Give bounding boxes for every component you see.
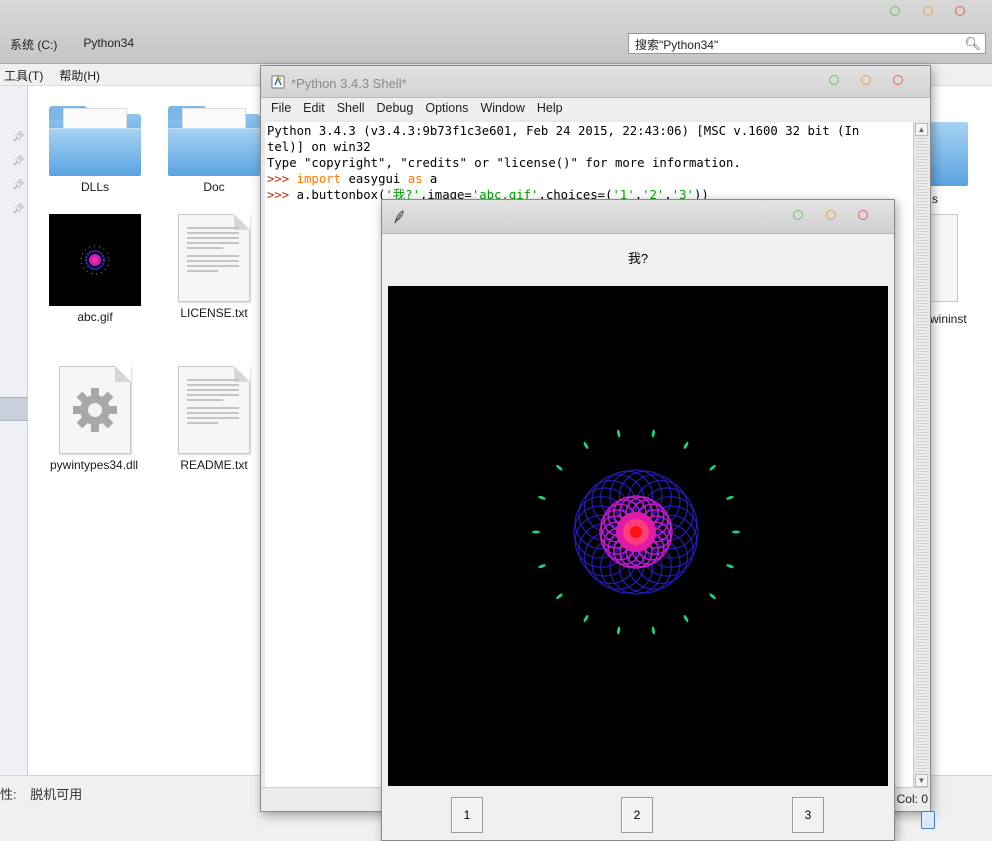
search-input[interactable]: 搜索"Python34" 🔍︎ [628,33,986,54]
dll-file-icon [59,366,131,454]
shell-close-button[interactable] [893,75,903,85]
file-label: DLLs [80,180,109,194]
shell-maximize-button[interactable] [861,75,871,85]
dialog-titlebar[interactable] [382,200,894,234]
pin-icon[interactable]: 📌︎ [12,132,25,143]
nav-selected-item[interactable] [0,397,28,421]
pin-icon[interactable]: 📌︎ [12,156,25,167]
file-item-doc[interactable]: Doc [159,106,269,194]
breadcrumb-folder[interactable]: Python34 [83,36,134,53]
menu-tools[interactable]: 工具(T) [4,67,43,83]
file-label: s [932,192,938,206]
folder-icon [168,106,260,176]
file-label: LICENSE.txt [180,306,248,320]
tk-feather-icon [394,210,404,224]
prompt: >>> [267,188,297,202]
cursor-column: Col: 0 [896,792,928,806]
scroll-track[interactable] [916,138,927,772]
file-item-abc-gif[interactable]: abc.gif [40,214,150,324]
explorer-maximize-button[interactable] [923,6,933,16]
explorer-minimize-button[interactable] [890,6,900,16]
pin-icon[interactable]: 📌︎ [12,180,25,191]
file-label: pywintypes34.dll [50,458,139,472]
status-value: 脱机可用 [30,787,83,802]
menu-edit[interactable]: Edit [297,100,331,118]
breadcrumb-drive[interactable]: 系统 (C:) [10,36,57,53]
shell-titlebar[interactable]: *Python 3.4.3 Shell* [261,66,930,98]
file-item-license[interactable]: LICENSE.txt [159,214,269,320]
pin-icon[interactable]: 📌︎ [12,204,25,215]
command-line-1: >>> import easygui as a [267,172,438,186]
file-item-readme[interactable]: README.txt [159,366,269,472]
shell-menubar: File Edit Shell Debug Options Window Hel… [261,98,930,120]
explorer-close-button[interactable] [955,6,965,16]
dialog-minimize-button[interactable] [793,210,803,220]
folder-icon[interactable] [930,122,968,186]
text-file-icon [178,366,250,454]
breadcrumb: 系统 (C:) Python34 [10,36,134,53]
menu-help[interactable]: 帮助(H) [59,67,100,83]
scroll-down-arrow-icon[interactable]: ▼ [915,774,928,787]
menu-window[interactable]: Window [474,100,530,118]
menu-help[interactable]: Help [531,100,569,118]
prompt: >>> [267,172,297,186]
explorer-titlebar: 系统 (C:) Python34 搜索"Python34" 🔍︎ [0,0,992,64]
navigation-pane: 📌︎ 📌︎ 📌︎ 📌︎ [0,86,28,775]
choice-button-2[interactable]: 2 [621,797,653,833]
dialog-message: 我? [627,251,649,266]
shell-title: *Python 3.4.3 Shell* [291,76,407,91]
search-input-text: 搜索"Python34" [635,38,719,52]
text-file-icon [178,214,250,302]
search-icon[interactable]: 🔍︎ [964,36,981,52]
folder-icon [49,106,141,176]
banner-line: Python 3.4.3 (v3.4.3:9b73f1c3e601, Feb 2… [267,124,860,138]
status-label: 性: [0,787,17,802]
tray-app-icon[interactable] [921,811,935,829]
dialog-image [388,286,888,786]
buttonbox-dialog: 我? 1 2 3 [381,199,895,841]
gear-icon [73,388,117,432]
file-label: README.txt [180,458,248,472]
choice-button-1[interactable]: 1 [451,797,483,833]
scroll-up-arrow-icon[interactable]: ▲ [915,123,928,136]
menu-options[interactable]: Options [419,100,474,118]
file-item-dlls[interactable]: DLLs [40,106,150,194]
file-item-pywintypes[interactable]: pywintypes34.dll [40,366,150,472]
file-label: wininst [930,312,967,326]
dialog-maximize-button[interactable] [826,210,836,220]
shell-minimize-button[interactable] [829,75,839,85]
menu-shell[interactable]: Shell [331,100,371,118]
idle-app-icon [271,75,285,89]
choice-button-3[interactable]: 3 [792,797,824,833]
banner-line: Type "copyright", "credits" or "license(… [267,156,741,170]
gif-thumbnail [49,214,141,306]
banner-line: tel)] on win32 [267,140,371,154]
shell-scrollbar[interactable]: ▲ ▼ [913,122,929,788]
file-label: Doc [203,180,225,194]
menu-debug[interactable]: Debug [371,100,420,118]
dialog-close-button[interactable] [858,210,868,220]
rosette-image [532,429,740,635]
menu-file[interactable]: File [265,100,297,118]
file-label: abc.gif [77,310,113,324]
